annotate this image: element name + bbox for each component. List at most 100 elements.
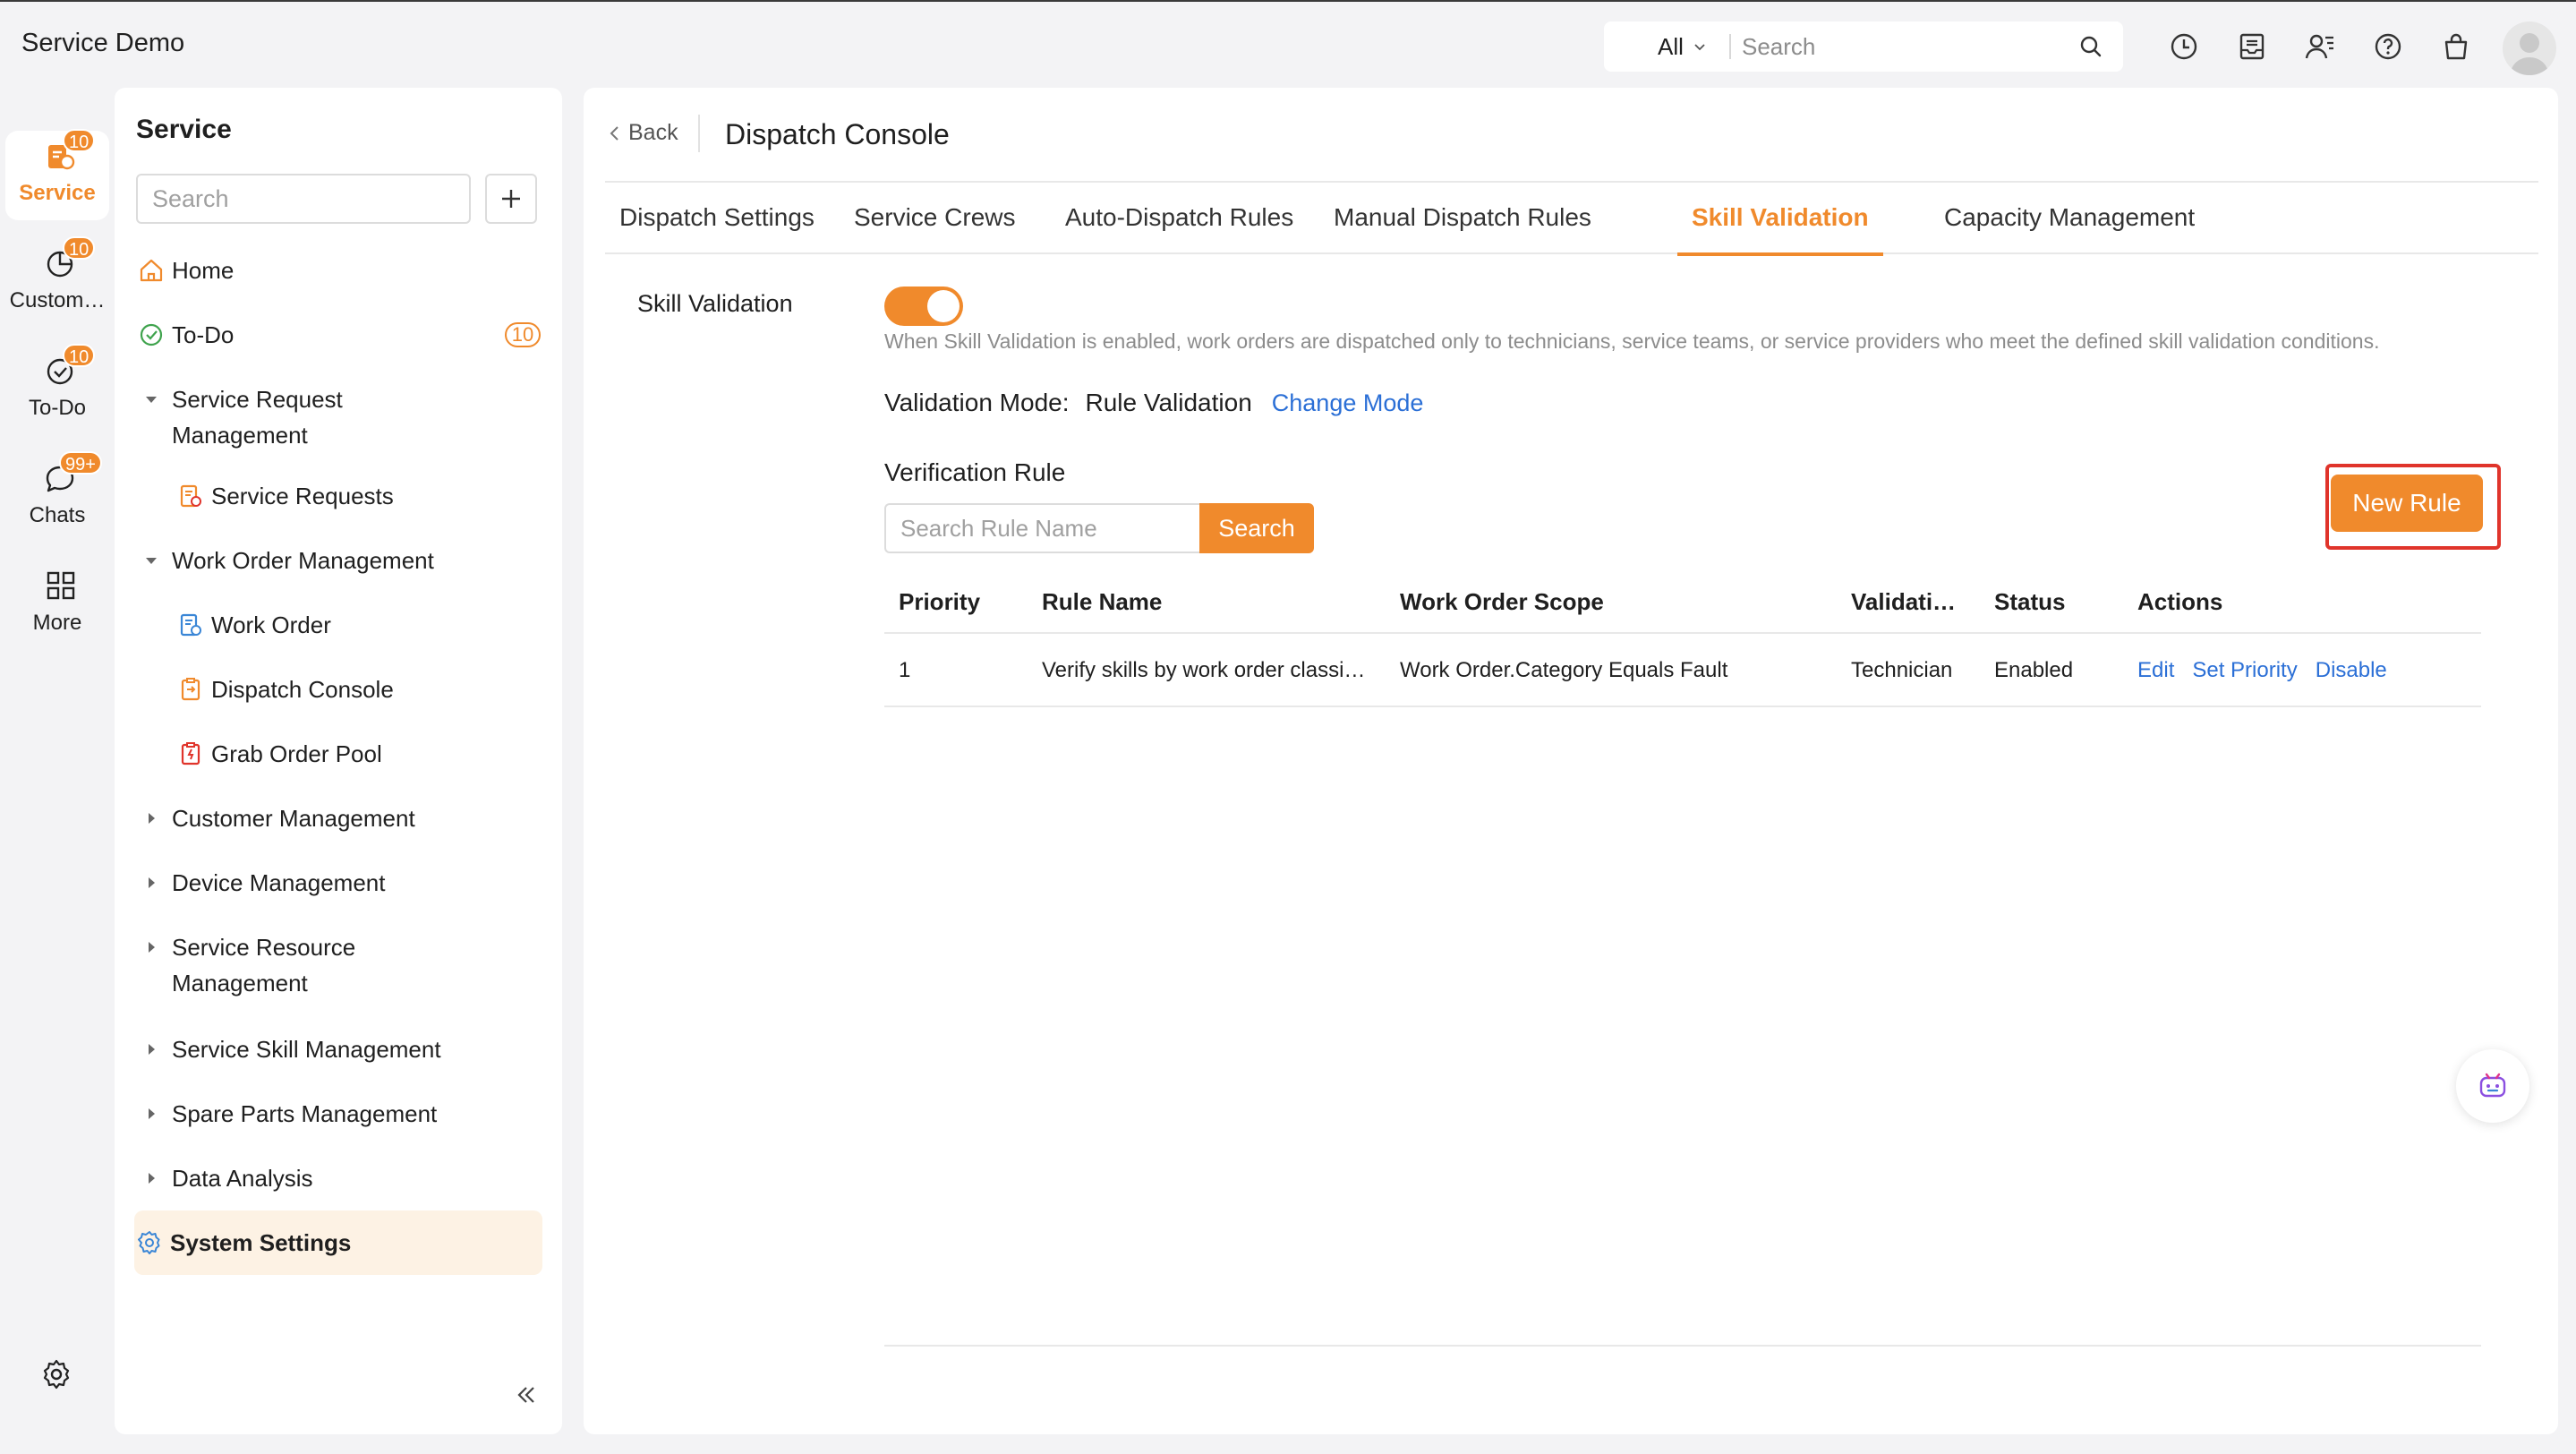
plus-icon	[502, 190, 520, 208]
sidebar-group-device-management[interactable]: Device Management	[136, 865, 541, 901]
gear-icon[interactable]	[39, 1357, 73, 1391]
label-line-2: Management	[172, 422, 308, 449]
validation-mode-value: Rule Validation	[1085, 389, 1252, 416]
tab-capacity-management[interactable]: Capacity Management	[1944, 183, 2195, 254]
main-content: Back Dispatch Console Dispatch Settings …	[584, 88, 2558, 1434]
sidebar-item-todo[interactable]: To-Do 10	[136, 317, 541, 353]
sidebar-item-home[interactable]: Home	[136, 252, 541, 288]
check-circle-icon	[136, 317, 166, 353]
column-header-status: Status	[1994, 587, 2066, 615]
rail-badge: 10	[63, 236, 96, 260]
rail-badge: 10	[63, 129, 96, 152]
avatar[interactable]	[2503, 21, 2556, 75]
sidebar-item-work-order[interactable]: Work Order	[175, 607, 541, 643]
contacts-icon[interactable]	[2304, 30, 2336, 63]
rule-search-button[interactable]: Search	[1199, 503, 1314, 553]
sidebar-search-input[interactable]	[136, 174, 471, 224]
assistant-bot-button[interactable]	[2456, 1049, 2529, 1123]
sidebar-item-dispatch-console[interactable]: Dispatch Console	[175, 671, 541, 707]
todo-count-badge: 10	[505, 322, 541, 347]
sidebar-group-label: Service Resource Management	[172, 929, 355, 1001]
change-mode-link[interactable]: Change Mode	[1272, 389, 1424, 417]
disable-link[interactable]: Disable	[2316, 658, 2387, 683]
sidebar-group-label: Service Request Management	[172, 381, 343, 453]
rail-item-chats[interactable]: 99+ Chats	[5, 451, 109, 543]
add-button[interactable]	[485, 174, 537, 224]
cell-validation: Technician	[1851, 658, 1953, 682]
search-icon[interactable]	[2078, 34, 2103, 59]
cell-rule-name: Verify skills by work order classi…	[1042, 658, 1366, 682]
sidebar-group-spare-parts-management[interactable]: Spare Parts Management	[136, 1096, 541, 1132]
sidebar-item-label: Grab Order Pool	[211, 740, 382, 767]
cell-priority: 1	[899, 658, 911, 682]
tab-skill-validation[interactable]: Skill Validation	[1677, 183, 1883, 256]
sidebar-group-service-skill-management[interactable]: Service Skill Management	[136, 1031, 541, 1067]
sidebar-group-data-analysis[interactable]: Data Analysis	[136, 1160, 541, 1196]
help-icon[interactable]	[2372, 30, 2404, 63]
sidebar-group-label: Spare Parts Management	[172, 1100, 438, 1127]
dispatch-icon	[175, 671, 206, 707]
grab-order-icon	[175, 736, 206, 772]
rail-item-more[interactable]: More	[5, 560, 109, 650]
sidebar: Service Home To-Do 10 Service Request Man…	[115, 88, 562, 1434]
app-title: Service Demo	[21, 29, 185, 57]
sidebar-group-service-resource-management[interactable]: Service Resource Management	[136, 929, 541, 1001]
inbox-icon[interactable]	[2236, 30, 2268, 63]
label-line-1: Service Resource	[172, 934, 356, 961]
tab-manual-dispatch-rules[interactable]: Manual Dispatch Rules	[1334, 183, 1591, 254]
caret-right-icon	[136, 929, 166, 965]
table-bottom-divider	[884, 1345, 2481, 1347]
edit-link[interactable]: Edit	[2137, 658, 2174, 683]
tab-dispatch-settings[interactable]: Dispatch Settings	[619, 183, 815, 254]
new-rule-button[interactable]: New Rule	[2331, 475, 2483, 532]
table-row: 1 Verify skills by work order classi… Wo…	[884, 636, 2481, 707]
sidebar-item-system-settings[interactable]: System Settings	[134, 1210, 542, 1275]
sidebar-item-label: Service Requests	[211, 483, 394, 509]
home-icon	[136, 252, 166, 288]
caret-down-icon	[136, 381, 166, 417]
set-priority-link[interactable]: Set Priority	[2192, 658, 2297, 683]
global-search-input[interactable]	[1742, 29, 2064, 64]
rail-item-service[interactable]: 10 Service	[5, 129, 109, 220]
rail-label: Chats	[29, 503, 86, 527]
rail-item-customer[interactable]: 10 Custom…	[5, 236, 109, 328]
shop-icon[interactable]	[2440, 30, 2472, 63]
tab-auto-dispatch-rules[interactable]: Auto-Dispatch Rules	[1065, 183, 1293, 254]
rail-item-todo[interactable]: 10 To-Do	[5, 344, 109, 435]
tab-service-crews[interactable]: Service Crews	[854, 183, 1015, 254]
sidebar-item-label: System Settings	[170, 1229, 352, 1256]
sidebar-title: Service	[136, 115, 232, 144]
sidebar-item-label: Home	[172, 257, 235, 284]
sidebar-group-work-order-management[interactable]: Work Order Management	[136, 543, 541, 578]
skill-validation-toggle[interactable]	[884, 287, 963, 326]
global-search: All	[1604, 21, 2123, 72]
rail-label: Service	[19, 181, 96, 205]
robot-icon	[2479, 1073, 2506, 1098]
sidebar-item-label: Dispatch Console	[211, 676, 394, 703]
sidebar-group-service-request-management[interactable]: Service Request Management	[136, 381, 541, 453]
caret-right-icon	[136, 800, 166, 836]
search-scope-select[interactable]: All	[1658, 21, 1707, 72]
header-divider	[698, 115, 700, 152]
cell-actions: Edit Set Priority Disable	[2137, 636, 2478, 706]
back-button[interactable]: Back	[609, 120, 678, 146]
sidebar-item-grab-order-pool[interactable]: Grab Order Pool	[175, 736, 541, 772]
toggle-knob	[927, 290, 960, 322]
search-divider	[1729, 34, 1731, 59]
rail-badge: 10	[63, 344, 96, 367]
column-header-actions: Actions	[2137, 587, 2223, 615]
sidebar-group-customer-management[interactable]: Customer Management	[136, 800, 541, 836]
column-header-validation: Validati…	[1851, 587, 1957, 615]
top-bar: Service Demo All	[0, 0, 2576, 90]
sidebar-item-label: Work Order	[211, 612, 331, 638]
skill-validation-description: When Skill Validation is enabled, work o…	[884, 329, 2380, 353]
validation-mode-label: Validation Mode:	[884, 389, 1070, 416]
column-header-work-order-scope: Work Order Scope	[1400, 587, 1604, 615]
clock-icon[interactable]	[2168, 30, 2200, 63]
collapse-sidebar-icon[interactable]	[514, 1382, 539, 1407]
rule-name-search-input[interactable]	[884, 503, 1203, 553]
sidebar-item-service-requests[interactable]: Service Requests	[175, 478, 541, 514]
verification-rule-title: Verification Rule	[884, 458, 1066, 486]
sidebar-group-label: Service Skill Management	[172, 1036, 441, 1063]
rail-label: Custom…	[9, 288, 106, 312]
